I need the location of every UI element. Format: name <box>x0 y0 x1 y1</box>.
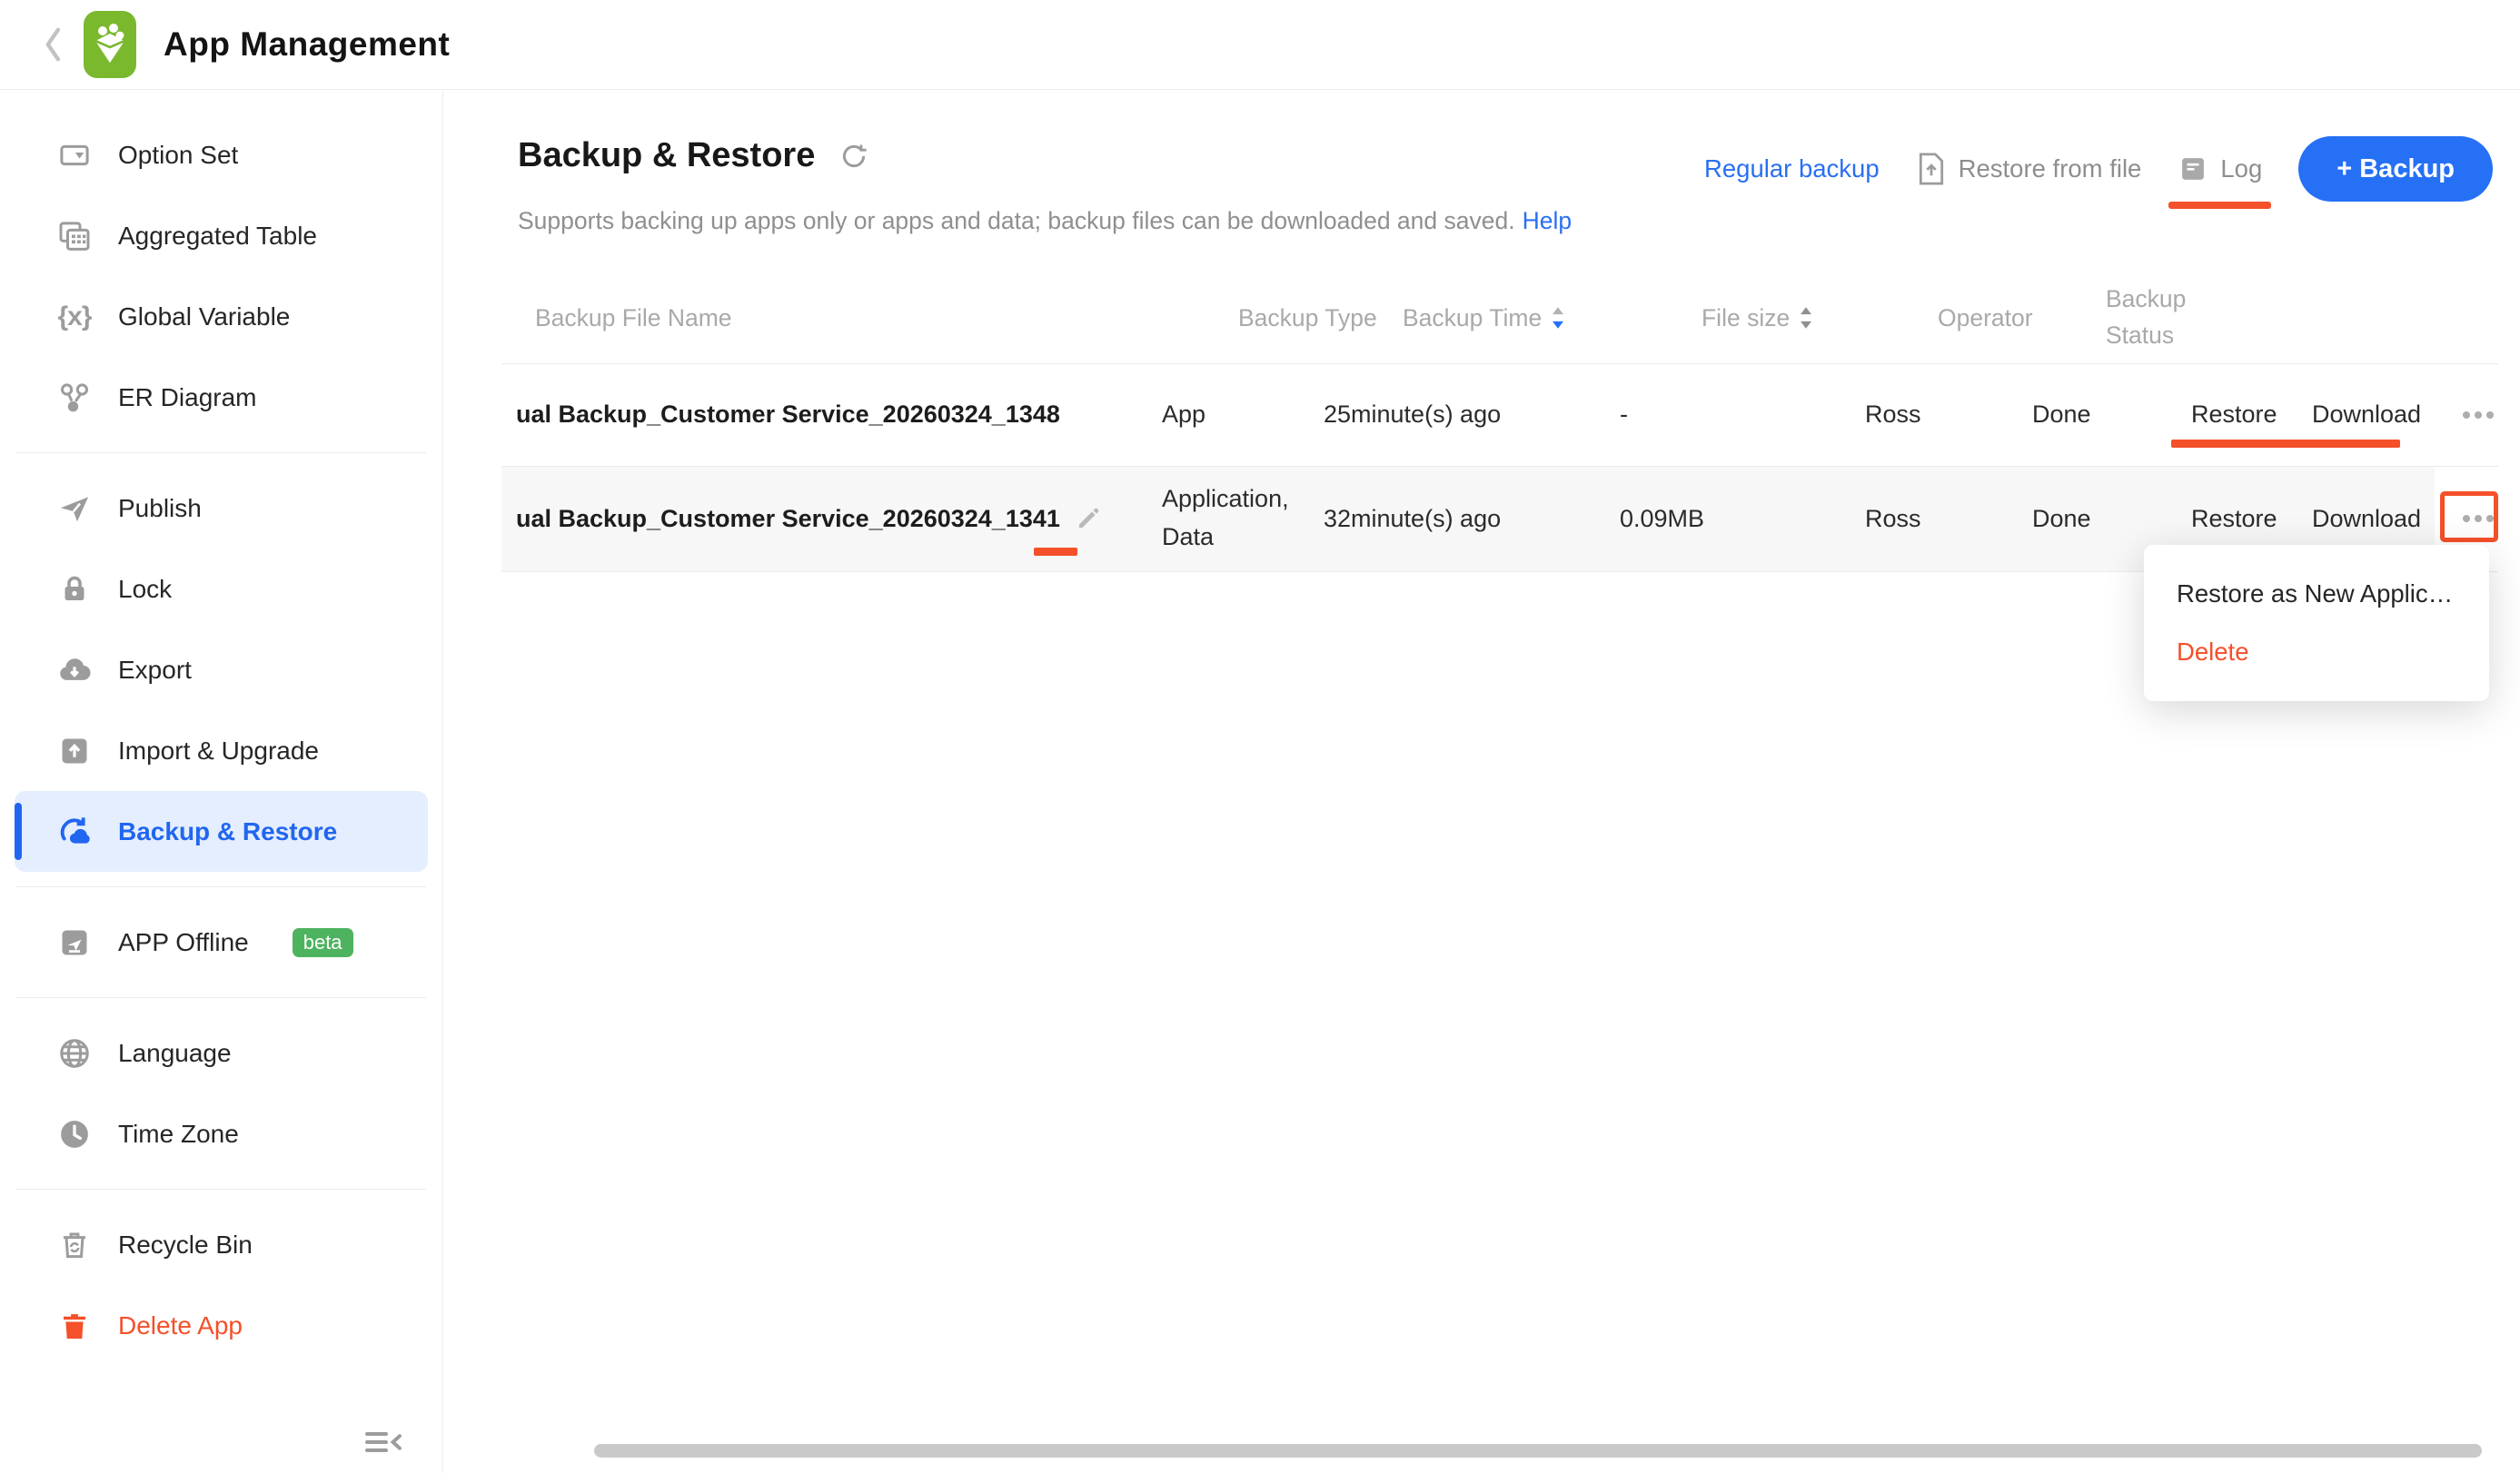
sidebar-item-label: Time Zone <box>118 1120 239 1149</box>
restore-from-file-button[interactable]: Restore from file <box>1916 152 2142 186</box>
refresh-icon[interactable] <box>838 141 869 172</box>
more-actions-icon[interactable] <box>2453 363 2504 466</box>
annotation-box-more-actions <box>2440 491 2498 542</box>
log-icon <box>2178 153 2208 184</box>
sidebar-item-aggregated-table[interactable]: Aggregated Table <box>0 195 442 276</box>
cell-file-name: ual Backup_Customer Service_20260324_134… <box>516 363 1060 466</box>
sidebar-item-label: Publish <box>118 494 202 523</box>
menu-item-restore-as-new[interactable]: Restore as New Applic… <box>2144 565 2489 623</box>
sidebar-item-label: ER Diagram <box>118 383 256 412</box>
sidebar-item-app-offline[interactable]: APP Offline beta <box>0 902 442 983</box>
sidebar: Option Set Aggregated Table {x} Global V… <box>0 89 443 1473</box>
sidebar-item-label: Delete App <box>118 1311 243 1340</box>
col-header-backup-time[interactable]: Backup Time <box>1403 272 1565 363</box>
back-chevron-icon[interactable] <box>40 24 67 65</box>
restore-action[interactable]: Restore <box>2191 363 2277 466</box>
cell-backup-status: Done <box>2032 466 2091 571</box>
sidebar-divider <box>16 1189 426 1190</box>
cell-file-size: - <box>1620 363 1628 466</box>
sidebar-collapse-icon[interactable] <box>362 1426 404 1458</box>
col-header-backup-type: Backup Type <box>1238 272 1377 363</box>
sidebar-item-label: Export <box>118 656 192 685</box>
cell-backup-type: Application, Data <box>1162 466 1318 571</box>
sidebar-item-label: Language <box>118 1039 232 1068</box>
sidebar-item-label: Recycle Bin <box>118 1231 253 1260</box>
col-header-operator: Operator <box>1938 272 2033 363</box>
backup-table: Backup File Name Backup Type Backup Time… <box>501 272 2498 581</box>
sidebar-item-label: Import & Upgrade <box>118 736 319 766</box>
sidebar-item-label: APP Offline <box>118 928 249 957</box>
sidebar-divider <box>16 886 426 887</box>
help-link[interactable]: Help <box>1523 207 1573 234</box>
sidebar-item-er-diagram[interactable]: ER Diagram <box>0 357 442 438</box>
app-logo-icon <box>84 11 136 78</box>
cell-operator: Ross <box>1865 466 1921 571</box>
cell-backup-status: Done <box>2032 363 2091 466</box>
top-bar: App Management <box>0 0 2520 90</box>
global-variable-icon: {x} <box>56 299 93 335</box>
publish-icon <box>56 490 93 527</box>
main-content: Backup & Restore Supports backing up app… <box>444 89 2520 1473</box>
cell-backup-time: 25minute(s) ago <box>1324 363 1501 466</box>
app-offline-icon <box>56 924 93 961</box>
sidebar-divider <box>16 452 426 453</box>
sidebar-item-option-set[interactable]: Option Set <box>0 114 442 195</box>
page-subtitle: Supports backing up apps only or apps an… <box>518 207 1572 235</box>
annotation-underline-actions <box>2171 440 2400 448</box>
sidebar-item-label: Global Variable <box>118 302 290 331</box>
sort-icon[interactable] <box>1799 306 1813 330</box>
col-header-file-name: Backup File Name <box>535 272 732 363</box>
cell-file-name: ual Backup_Customer Service_20260324_134… <box>516 466 1102 571</box>
toolbar: Regular backup Restore from file Log + B… <box>1704 136 2493 202</box>
sidebar-item-label: Option Set <box>118 141 238 170</box>
export-cloud-icon <box>56 652 93 688</box>
sidebar-item-publish[interactable]: Publish <box>0 468 442 549</box>
cell-backup-time: 32minute(s) ago <box>1324 466 1501 571</box>
col-header-file-size[interactable]: File size <box>1701 272 1813 363</box>
backup-button[interactable]: + Backup <box>2298 136 2493 202</box>
sidebar-item-import-upgrade[interactable]: Import & Upgrade <box>0 710 442 791</box>
delete-trash-icon <box>56 1308 93 1344</box>
more-actions-menu: Restore as New Applic… Delete <box>2144 545 2489 701</box>
language-globe-icon <box>56 1035 93 1072</box>
option-set-icon <box>56 137 93 173</box>
cell-file-size: 0.09MB <box>1620 466 1704 571</box>
log-tab[interactable]: Log <box>2178 153 2262 184</box>
recycle-bin-icon <box>56 1227 93 1263</box>
beta-badge: beta <box>293 928 353 957</box>
import-upgrade-icon <box>56 733 93 769</box>
download-action[interactable]: Download <box>2312 363 2421 466</box>
cell-backup-type: App <box>1162 363 1205 466</box>
sort-icon[interactable] <box>1551 306 1565 330</box>
sidebar-item-global-variable[interactable]: {x} Global Variable <box>0 276 442 357</box>
sidebar-divider <box>16 997 426 998</box>
backup-restore-icon <box>56 814 93 850</box>
menu-item-delete[interactable]: Delete <box>2144 623 2489 681</box>
er-diagram-icon <box>56 380 93 416</box>
horizontal-scrollbar[interactable] <box>594 1444 2482 1458</box>
file-upload-icon <box>1916 152 1947 186</box>
app-title: App Management <box>164 25 450 64</box>
lock-icon <box>56 571 93 608</box>
regular-backup-link[interactable]: Regular backup <box>1704 154 1880 183</box>
sidebar-item-backup-restore[interactable]: Backup & Restore <box>15 791 428 872</box>
sidebar-item-label: Lock <box>118 575 172 604</box>
col-header-backup-status: Backup Status <box>2106 272 2233 363</box>
sidebar-item-label: Aggregated Table <box>118 222 317 251</box>
edit-pencil-icon[interactable] <box>1075 505 1102 532</box>
time-zone-clock-icon <box>56 1116 93 1152</box>
sidebar-item-delete-app[interactable]: Delete App <box>0 1285 442 1366</box>
sidebar-item-export[interactable]: Export <box>0 629 442 710</box>
cell-operator: Ross <box>1865 363 1921 466</box>
sidebar-item-time-zone[interactable]: Time Zone <box>0 1093 442 1174</box>
sidebar-item-recycle-bin[interactable]: Recycle Bin <box>0 1204 442 1285</box>
sidebar-item-lock[interactable]: Lock <box>0 549 442 629</box>
annotation-underline-edit <box>1034 548 1077 556</box>
sidebar-item-label: Backup & Restore <box>118 817 337 846</box>
aggregated-table-icon <box>56 218 93 254</box>
page-title: Backup & Restore <box>518 136 815 175</box>
sidebar-item-language[interactable]: Language <box>0 1013 442 1093</box>
